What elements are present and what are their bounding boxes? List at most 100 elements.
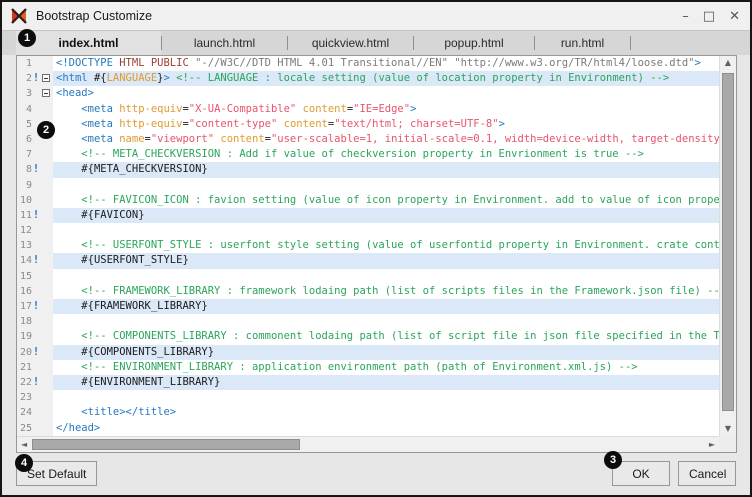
gutter: 11! (17, 208, 53, 223)
code-line-15[interactable]: 15 (17, 269, 719, 284)
code-text[interactable]: #{ENVIRONMENT_LIBRARY} (53, 375, 719, 390)
line-number: 11 (17, 208, 32, 223)
gutter: 18 (17, 314, 53, 329)
code-line-5[interactable]: 5 <meta http-equiv="content-type" conten… (17, 117, 719, 132)
fold-column (40, 421, 53, 436)
code-line-25[interactable]: 25</head> (17, 421, 719, 436)
code-text[interactable]: #{USERFONT_STYLE} (53, 253, 719, 268)
fold-column (40, 56, 53, 71)
maximize-icon[interactable]: □ (703, 10, 715, 23)
code-line-16[interactable]: 16 <!-- FRAMEWORK_LIBRARY : framework lo… (17, 284, 719, 299)
tab-index-html[interactable]: index.html (16, 31, 161, 55)
scroll-up-icon[interactable]: ▲ (720, 59, 736, 67)
code-text[interactable]: #{FAVICON} (53, 208, 719, 223)
scroll-right-icon[interactable]: ► (709, 441, 715, 449)
code-editor[interactable]: 1<!DOCTYPE HTML PUBLIC "-//W3C//DTD HTML… (16, 55, 737, 453)
scroll-left-icon[interactable]: ◄ (21, 441, 27, 449)
code-text[interactable]: <!-- USERFONT_STYLE : userfont style set… (53, 238, 719, 253)
gutter: 16 (17, 284, 53, 299)
code-line-13[interactable]: 13 <!-- USERFONT_STYLE : userfont style … (17, 238, 719, 253)
tab-popup-html[interactable]: popup.html (414, 31, 534, 55)
warning-marker-icon (32, 223, 40, 238)
code-viewport[interactable]: 1<!DOCTYPE HTML PUBLIC "-//W3C//DTD HTML… (17, 56, 719, 436)
code-line-2[interactable]: 2!<html #{LANGUAGE}> <!-- LANGUAGE : loc… (17, 71, 719, 86)
code-text[interactable] (53, 314, 719, 329)
fold-column (40, 253, 53, 268)
code-text[interactable] (53, 269, 719, 284)
code-text[interactable]: <head> (53, 86, 719, 101)
code-text[interactable]: <!-- META_CHECKVERSION : Add if value of… (53, 147, 719, 162)
code-text[interactable]: <!-- ENVIRONMENT_LIBRARY : application e… (53, 360, 719, 375)
annotation-badge-3: 3 (604, 451, 622, 469)
code-text[interactable] (53, 390, 719, 405)
code-line-23[interactable]: 23 (17, 390, 719, 405)
line-number: 3 (17, 86, 32, 101)
code-text[interactable]: <html #{LANGUAGE}> <!-- LANGUAGE : local… (53, 71, 719, 86)
code-line-18[interactable]: 18 (17, 314, 719, 329)
code-line-11[interactable]: 11! #{FAVICON} (17, 208, 719, 223)
code-text[interactable]: <title></title> (53, 405, 719, 420)
code-text[interactable]: #{META_CHECKVERSION} (53, 162, 719, 177)
fold-column (40, 178, 53, 193)
code-line-19[interactable]: 19 <!-- COMPONENTS_LIBRARY : commonent l… (17, 329, 719, 344)
code-text[interactable]: <meta http-equiv="content-type" content=… (53, 117, 719, 132)
scroll-down-icon[interactable]: ▼ (720, 425, 736, 433)
fold-column (40, 193, 53, 208)
code-line-6[interactable]: 6 <meta name="viewport" content="user-sc… (17, 132, 719, 147)
code-line-1[interactable]: 1<!DOCTYPE HTML PUBLIC "-//W3C//DTD HTML… (17, 56, 719, 71)
gutter: 9 (17, 178, 53, 193)
code-line-20[interactable]: 20! #{COMPONENTS_LIBRARY} (17, 345, 719, 360)
code-line-4[interactable]: 4 <meta http-equiv="X-UA-Compatible" con… (17, 102, 719, 117)
fold-column (40, 208, 53, 223)
code-text[interactable]: <!DOCTYPE HTML PUBLIC "-//W3C//DTD HTML … (53, 56, 719, 71)
code-line-9[interactable]: 9 (17, 178, 719, 193)
code-line-10[interactable]: 10 <!-- FAVICON_ICON : favion setting (v… (17, 193, 719, 208)
horizontal-scrollbar[interactable]: ◄ ► (17, 436, 719, 452)
code-line-21[interactable]: 21 <!-- ENVIRONMENT_LIBRARY : applicatio… (17, 360, 719, 375)
code-text[interactable] (53, 178, 719, 193)
warning-marker-icon (32, 421, 40, 436)
code-line-3[interactable]: 3 <head> (17, 86, 719, 101)
code-line-14[interactable]: 14! #{USERFONT_STYLE} (17, 253, 719, 268)
vertical-scrollbar-thumb[interactable] (722, 73, 734, 411)
code-text[interactable]: <!-- COMPONENTS_LIBRARY : commonent loda… (53, 329, 719, 344)
code-text[interactable] (53, 223, 719, 238)
code-text[interactable]: </head> (53, 421, 719, 436)
gutter: 13 (17, 238, 53, 253)
fold-column (40, 102, 53, 117)
vertical-scrollbar[interactable]: ▲ ▼ (719, 56, 736, 436)
fold-collapse-icon[interactable] (42, 89, 50, 97)
code-line-17[interactable]: 17! #{FRAMEWORK_LIBRARY} (17, 299, 719, 314)
window-controls: – □ ✕ (682, 10, 744, 23)
code-line-8[interactable]: 8! #{META_CHECKVERSION} (17, 162, 719, 177)
scrollbar-corner (719, 436, 736, 452)
gutter: 4 (17, 102, 53, 117)
horizontal-scrollbar-thumb[interactable] (32, 439, 300, 450)
code-text[interactable]: #{COMPONENTS_LIBRARY} (53, 345, 719, 360)
tab-run-html[interactable]: run.html (535, 31, 630, 55)
code-text[interactable]: <meta http-equiv="X-UA-Compatible" conte… (53, 102, 719, 117)
gutter: 15 (17, 269, 53, 284)
fold-column (40, 162, 53, 177)
code-line-7[interactable]: 7 <!-- META_CHECKVERSION : Add if value … (17, 147, 719, 162)
tab-launch-html[interactable]: launch.html (162, 31, 287, 55)
code-text[interactable]: <!-- FAVICON_ICON : favion setting (valu… (53, 193, 719, 208)
code-line-12[interactable]: 12 (17, 223, 719, 238)
minimize-icon[interactable]: – (682, 10, 689, 23)
ok-button[interactable]: OK (612, 461, 670, 486)
warning-marker-icon: ! (32, 299, 40, 314)
line-number: 9 (17, 178, 32, 193)
line-number: 15 (17, 269, 32, 284)
code-text[interactable]: #{FRAMEWORK_LIBRARY} (53, 299, 719, 314)
tab-quickview-html[interactable]: quickview.html (288, 31, 413, 55)
code-line-22[interactable]: 22! #{ENVIRONMENT_LIBRARY} (17, 375, 719, 390)
code-line-24[interactable]: 24 <title></title> (17, 405, 719, 420)
code-text[interactable]: <!-- FRAMEWORK_LIBRARY : framework lodai… (53, 284, 719, 299)
line-number: 6 (17, 132, 32, 147)
code-text[interactable]: <meta name="viewport" content="user-scal… (53, 132, 719, 147)
warning-marker-icon: ! (32, 208, 40, 223)
fold-collapse-icon[interactable] (42, 74, 50, 82)
gutter: 2! (17, 71, 53, 86)
cancel-button[interactable]: Cancel (678, 461, 736, 486)
close-icon[interactable]: ✕ (729, 10, 740, 23)
